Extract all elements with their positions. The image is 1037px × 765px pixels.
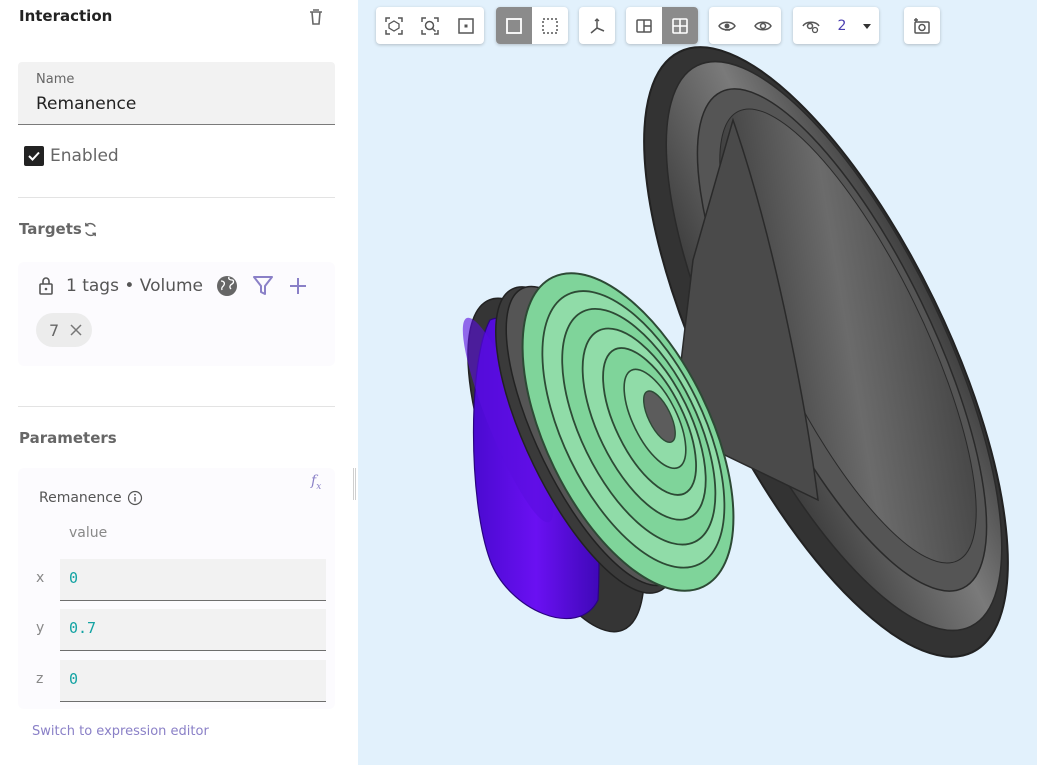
axis-label-z: z: [36, 671, 44, 687]
panel-title: Interaction: [19, 7, 113, 25]
targets-box: 1 tags • Volume 7: [18, 262, 335, 366]
parameters-box: fx Remanence value x 0 y 0.7 z 0: [18, 468, 335, 709]
value-field-x[interactable]: 0: [60, 559, 326, 601]
name-field[interactable]: Name Remanence: [18, 62, 335, 125]
add-target-icon[interactable]: [288, 276, 308, 296]
globe-icon[interactable]: [215, 274, 239, 298]
show-button[interactable]: [745, 7, 781, 44]
eye-off-icon: [718, 21, 736, 31]
info-icon[interactable]: [127, 490, 143, 506]
switch-to-expression-editor-link[interactable]: Switch to expression editor: [32, 724, 209, 739]
lock-icon[interactable]: [37, 276, 55, 296]
parameter-name: Remanence: [39, 490, 122, 506]
screenshot-button[interactable]: [904, 7, 940, 44]
axis-label-y: y: [36, 620, 45, 636]
square-icon: [506, 17, 522, 34]
axis-label-x: x: [36, 570, 45, 586]
screenshot-group: [904, 7, 940, 44]
clip-plane-icon: [636, 18, 652, 33]
divider: [18, 406, 335, 407]
trash-icon[interactable]: [306, 7, 326, 27]
value-field-y[interactable]: 0.7: [60, 609, 326, 651]
visibility-dropdown[interactable]: [855, 7, 879, 44]
function-icon[interactable]: fx: [311, 473, 321, 492]
zoom-icon: [421, 16, 439, 35]
tag-chip: 7: [36, 313, 92, 347]
parameter-label: Remanence: [39, 490, 143, 506]
grid-icon: [672, 17, 688, 34]
clip-plane-button[interactable]: [626, 7, 662, 44]
section-view-group: [626, 7, 698, 44]
fit-view-button[interactable]: [376, 7, 412, 44]
targets-title: Targets: [19, 220, 82, 238]
divider: [18, 197, 335, 198]
zoom-fit-button[interactable]: [412, 7, 448, 44]
visibility-filter-button[interactable]: [793, 7, 829, 44]
camera-plus-icon: [914, 17, 930, 34]
view-toolbar-group: [376, 7, 484, 44]
close-icon[interactable]: [69, 323, 83, 337]
refresh-icon[interactable]: [82, 221, 99, 238]
enabled-checkbox[interactable]: Enabled: [24, 146, 119, 166]
targets-summary: 1 tags • Volume: [66, 276, 204, 296]
value-x[interactable]: 0: [69, 569, 78, 587]
value-column-header: value: [69, 525, 108, 541]
visibility-group: [709, 7, 781, 44]
name-field-value[interactable]: Remanence: [36, 94, 136, 114]
caret-down-icon: [863, 23, 871, 29]
zoom-selection-button[interactable]: [448, 7, 484, 44]
parameters-title: Parameters: [19, 429, 117, 447]
zoom-selection-icon: [458, 17, 474, 34]
value-field-z[interactable]: 0: [60, 660, 326, 702]
grid-view-button[interactable]: [662, 7, 698, 44]
filter-icon[interactable]: [252, 274, 274, 298]
enabled-label: Enabled: [50, 146, 119, 166]
solid-select-button[interactable]: [496, 7, 532, 44]
checkbox-checked-icon[interactable]: [24, 146, 44, 166]
eye-settings-icon: [802, 21, 820, 33]
value-z[interactable]: 0: [69, 670, 78, 688]
axes-group: [579, 7, 615, 44]
selection-mode-group: [496, 7, 568, 44]
axes-button[interactable]: [579, 7, 615, 44]
name-field-label: Name: [36, 72, 75, 87]
interaction-panel: Interaction Name Remanence Enabled Targe…: [0, 0, 352, 765]
dashed-square-icon: [542, 17, 558, 34]
visibility-count: 2: [837, 17, 847, 34]
tag-chip-label: 7: [49, 320, 60, 340]
3d-viewport[interactable]: 2: [358, 0, 1037, 765]
fit-view-icon: [385, 16, 403, 35]
value-y[interactable]: 0.7: [69, 619, 96, 637]
axes-icon: [590, 17, 605, 34]
visibility-filter-group: 2: [793, 7, 879, 44]
panel-resize-handle[interactable]: [353, 468, 356, 500]
box-select-button[interactable]: [532, 7, 568, 44]
speaker-model: [462, 46, 1009, 658]
hide-button[interactable]: [709, 7, 745, 44]
eye-icon: [754, 21, 772, 30]
